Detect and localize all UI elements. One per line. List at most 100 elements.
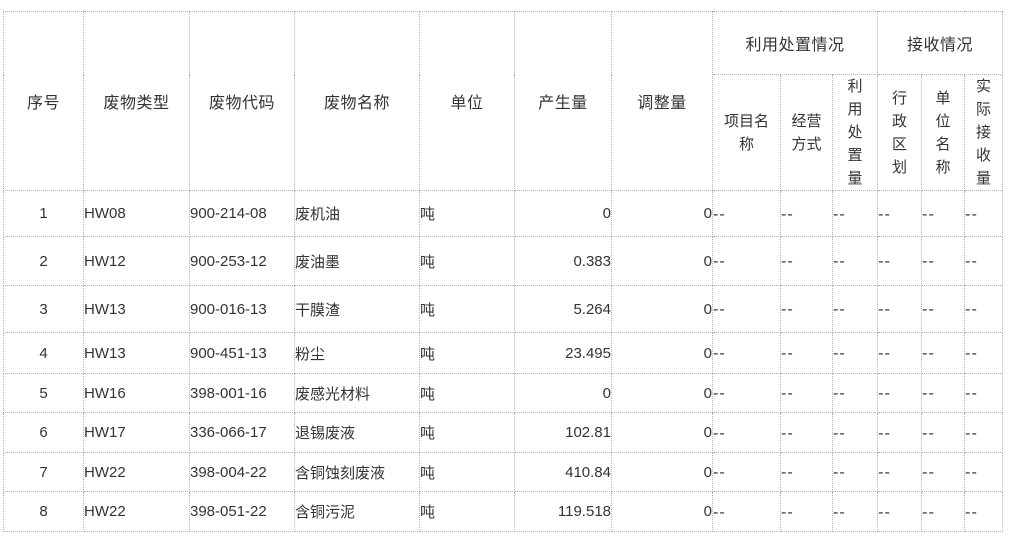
cell-produced: 119.518 — [514, 491, 612, 532]
cell-actual-received: -- — [964, 332, 1004, 374]
cell-waste-name: 含铜污泥 — [294, 491, 420, 532]
cell-actual-received: -- — [964, 285, 1004, 333]
cell-utilization-amount: -- — [831, 412, 879, 453]
header-index: 序号 — [3, 11, 84, 191]
cell-operation-mode: -- — [780, 452, 833, 492]
cell-admin-region: -- — [877, 452, 923, 492]
cell-waste-name: 废感光材料 — [294, 373, 420, 413]
table-row: 1 HW08 900-214-08 废机油吨 0 0 -- -- -- -- -- -- — [3, 190, 1004, 237]
cell-waste-code: 398-004-22 — [189, 452, 295, 492]
header-project-name: 项目名称 — [712, 74, 781, 191]
cell-waste-type: HW08 — [83, 190, 190, 237]
cell-produced: 0.383 — [514, 236, 612, 286]
cell-waste-code: 900-214-08 — [189, 190, 295, 237]
cell-waste-name: 退锡废液 — [294, 412, 420, 453]
table-body: 1 HW08 900-214-08 废机油吨 0 0 -- -- -- -- -- -- 2 HW12 90… — [3, 190, 1004, 532]
cell-waste-type: HW17 — [83, 412, 190, 453]
cell-waste-type: HW22 — [83, 491, 190, 532]
cell-waste-code: 398-001-16 — [189, 373, 295, 413]
cell-unit: 吨 — [419, 452, 515, 492]
header-actual-received: 实际接收量 — [964, 74, 1004, 191]
cell-utilization-amount: -- — [831, 285, 879, 333]
cell-waste-code: 336-066-17 — [189, 412, 295, 453]
cell-produced: 0 — [514, 190, 612, 237]
cell-produced: 0 — [514, 373, 612, 413]
cell-waste-name: 干膜渣 — [294, 285, 420, 333]
header-admin-region: 行政区划 — [877, 74, 923, 191]
cell-index: 6 — [3, 412, 84, 453]
cell-waste-type: HW13 — [83, 332, 190, 374]
cell-project-name: -- — [712, 285, 781, 333]
cell-index: 4 — [3, 332, 84, 374]
header-operation-mode: 经营方式 — [780, 74, 833, 191]
cell-produced: 5.264 — [514, 285, 612, 333]
cell-waste-name: 废油墨 — [294, 236, 420, 286]
cell-unit-name: -- — [921, 190, 966, 237]
header-unit: 单位 — [419, 11, 515, 191]
cell-actual-received: -- — [964, 190, 1004, 237]
cell-utilization-amount: -- — [831, 236, 879, 286]
header-produced: 产生量 — [514, 11, 612, 191]
cell-waste-name: 粉尘 — [294, 332, 420, 374]
cell-operation-mode: -- — [780, 236, 833, 286]
cell-utilization-amount: -- — [831, 190, 879, 237]
cell-operation-mode: -- — [780, 332, 833, 374]
cell-adjusted: 0 — [611, 190, 713, 237]
table-row: 4 HW13 900-451-13 粉尘吨 23.495 0 -- -- -- -- -- -- — [3, 332, 1004, 374]
cell-operation-mode: -- — [780, 491, 833, 532]
cell-admin-region: -- — [877, 190, 923, 237]
header-receiving-group: 接收情况 — [877, 11, 1004, 75]
table-row: 3 HW13 900-016-13 干膜渣吨 5.264 0 -- -- -- -- -- -- — [3, 285, 1004, 333]
cell-admin-region: -- — [877, 373, 923, 413]
cell-adjusted: 0 — [611, 236, 713, 286]
cell-operation-mode: -- — [780, 190, 833, 237]
cell-actual-received: -- — [964, 373, 1004, 413]
cell-waste-type: HW12 — [83, 236, 190, 286]
cell-adjusted: 0 — [611, 373, 713, 413]
cell-operation-mode: -- — [780, 373, 833, 413]
cell-admin-region: -- — [877, 332, 923, 374]
cell-produced: 410.84 — [514, 452, 612, 492]
cell-project-name: -- — [712, 236, 781, 286]
cell-produced: 102.81 — [514, 412, 612, 453]
cell-admin-region: -- — [877, 285, 923, 333]
cell-waste-name: 含铜蚀刻废液 — [294, 452, 420, 492]
cell-unit: 吨 — [419, 285, 515, 333]
cell-waste-type: HW22 — [83, 452, 190, 492]
cell-waste-type: HW16 — [83, 373, 190, 413]
table-row: 6 HW17 336-066-17 退锡废液吨 102.81 0 -- -- -- -- -- -- — [3, 412, 1004, 453]
cell-waste-code: 900-016-13 — [189, 285, 295, 333]
cell-unit-name: -- — [921, 412, 966, 453]
cell-index: 2 — [3, 236, 84, 286]
cell-admin-region: -- — [877, 412, 923, 453]
cell-project-name: -- — [712, 332, 781, 374]
cell-project-name: -- — [712, 412, 781, 453]
cell-waste-code: 398-051-22 — [189, 491, 295, 532]
cell-unit: 吨 — [419, 412, 515, 453]
cell-waste-code: 900-253-12 — [189, 236, 295, 286]
cell-unit-name: -- — [921, 452, 966, 492]
header-adjusted: 调整量 — [611, 11, 713, 191]
header-row-top: 序号 废物类型 废物代码 废物名称 单位 产生量 调整量 利用处置情况 接收情况 — [3, 11, 1004, 191]
cell-project-name: -- — [712, 373, 781, 413]
cell-adjusted: 0 — [611, 412, 713, 453]
cell-index: 7 — [3, 452, 84, 492]
cell-operation-mode: -- — [780, 412, 833, 453]
cell-admin-region: -- — [877, 491, 923, 532]
cell-admin-region: -- — [877, 236, 923, 286]
header-utilization-group: 利用处置情况 — [711, 11, 879, 75]
table-row: 7 HW22 398-004-22 含铜蚀刻废液吨 410.84 0 -- -- -- -- -- -… — [3, 452, 1004, 492]
cell-unit: 吨 — [419, 236, 515, 286]
cell-waste-code: 900-451-13 — [189, 332, 295, 374]
cell-adjusted: 0 — [611, 332, 713, 374]
cell-index: 1 — [3, 190, 84, 237]
cell-unit-name: -- — [921, 332, 966, 374]
cell-project-name: -- — [712, 491, 781, 532]
cell-adjusted: 0 — [611, 491, 713, 532]
cell-unit: 吨 — [419, 373, 515, 413]
cell-waste-type: HW13 — [83, 285, 190, 333]
cell-actual-received: -- — [964, 236, 1004, 286]
cell-unit: 吨 — [419, 190, 515, 237]
table-row: 8 HW22 398-051-22 含铜污泥吨 119.518 0 -- -- -- -- -- -- — [3, 491, 1004, 532]
cell-waste-name: 废机油 — [294, 190, 420, 237]
